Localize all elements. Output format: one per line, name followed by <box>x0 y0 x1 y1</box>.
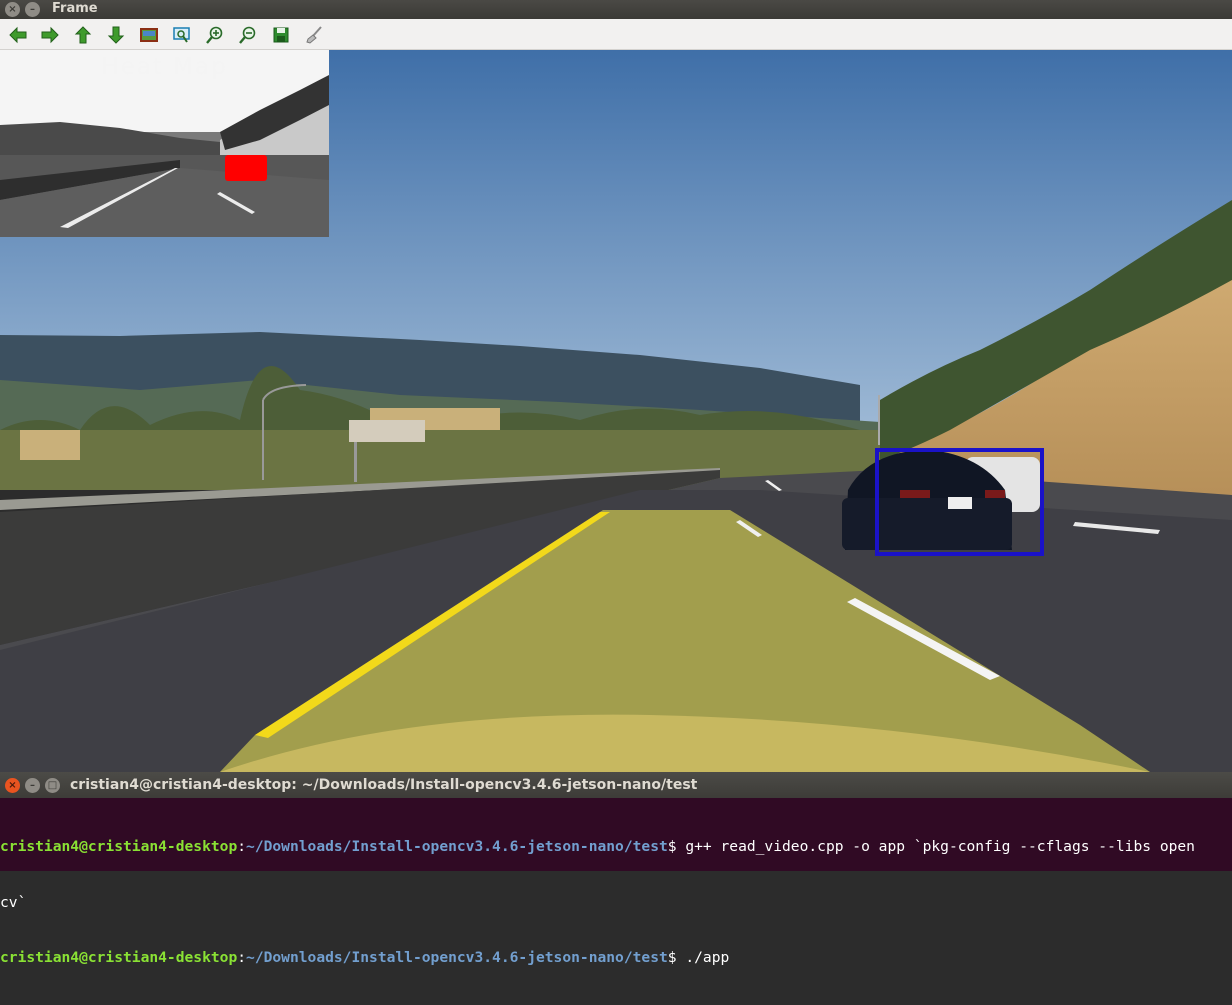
image-icon[interactable] <box>137 23 161 47</box>
terminal-title: cristian4@cristian4-desktop: ~/Downloads… <box>70 777 698 793</box>
frame-window: × – Frame Heat Map <box>0 0 1232 772</box>
minimize-window-icon[interactable]: – <box>25 2 40 17</box>
maximize-window-icon[interactable]: □ <box>45 778 60 793</box>
close-window-icon[interactable]: × <box>5 2 20 17</box>
properties-brush-icon[interactable] <box>302 23 326 47</box>
forward-arrow-icon[interactable] <box>38 23 62 47</box>
down-arrow-icon[interactable] <box>104 23 128 47</box>
back-arrow-icon[interactable] <box>6 23 30 47</box>
toolbar <box>0 19 1232 50</box>
terminal-line: cv` <box>0 893 27 911</box>
zoom-window-icon[interactable] <box>170 23 194 47</box>
minimize-window-icon[interactable]: – <box>25 778 40 793</box>
heat-map-label: Heat Map <box>101 54 228 80</box>
save-icon[interactable] <box>269 23 293 47</box>
close-window-icon[interactable]: × <box>5 778 20 793</box>
zoom-out-icon[interactable] <box>236 23 260 47</box>
zoom-in-icon[interactable] <box>203 23 227 47</box>
heat-map-inset: Heat Map <box>0 50 329 237</box>
window-title: Frame <box>52 1 98 16</box>
terminal-line: cristian4@cristian4-desktop:~/Downloads/… <box>0 949 730 966</box>
terminal-window[interactable]: × – □ cristian4@cristian4-desktop: ~/Dow… <box>0 772 1232 966</box>
terminal-line: cristian4@cristian4-desktop:~/Downloads/… <box>0 838 1195 855</box>
terminal-body[interactable]: cristian4@cristian4-desktop:~/Downloads/… <box>0 801 1232 966</box>
up-arrow-icon[interactable] <box>71 23 95 47</box>
window-titlebar[interactable]: × – Frame <box>0 0 1232 19</box>
terminal-titlebar[interactable]: × – □ cristian4@cristian4-desktop: ~/Dow… <box>0 772 1232 798</box>
